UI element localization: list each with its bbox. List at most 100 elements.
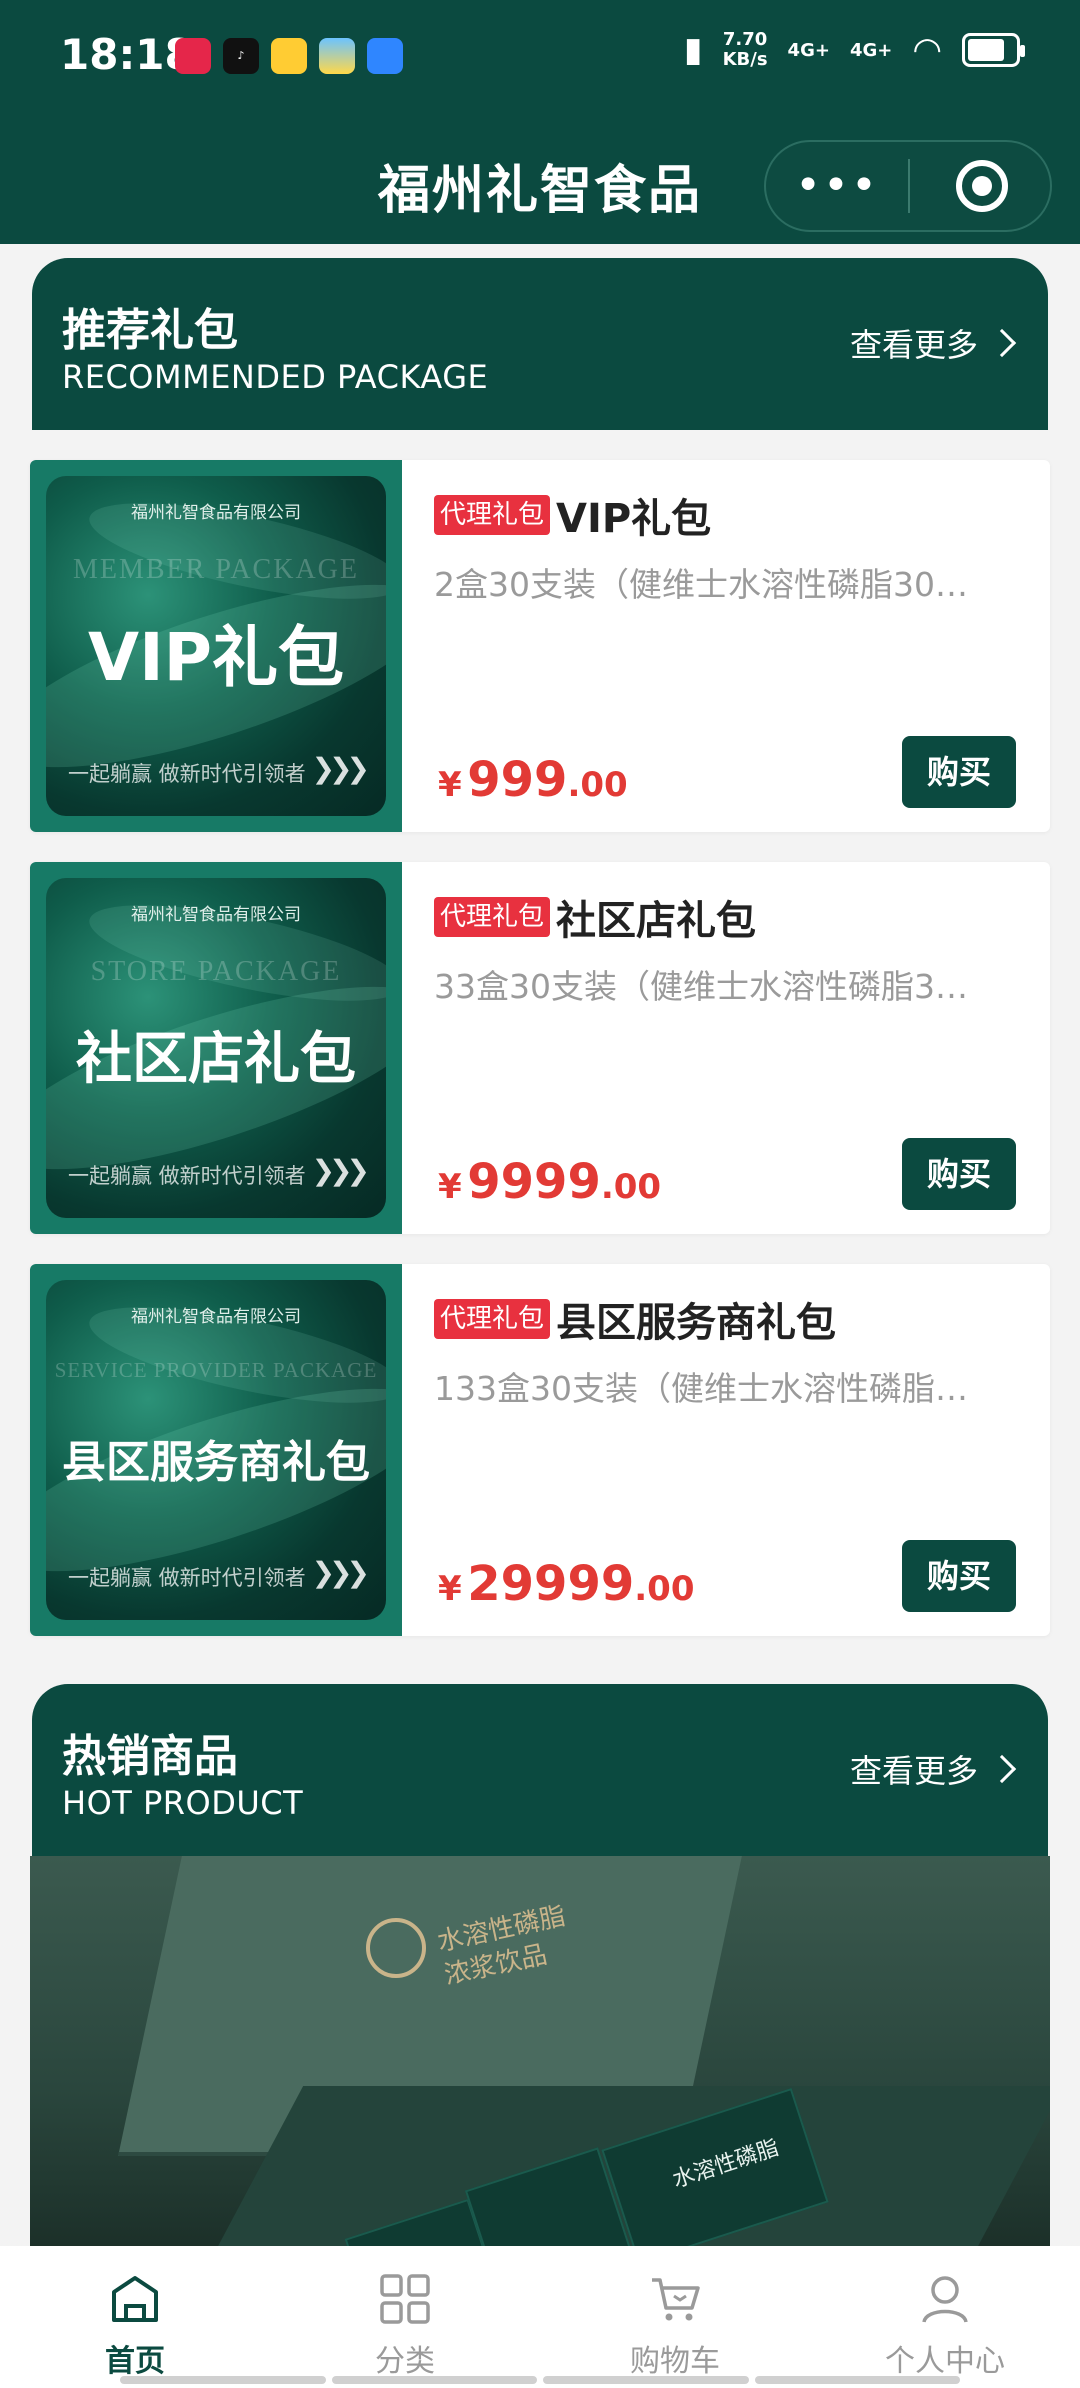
package-image: 福州礼智食品有限公司 MEMBER PACKAGE VIP礼包 一起躺赢 做新时…: [46, 476, 386, 816]
cart-icon: [652, 2278, 700, 2321]
image-slogan: 一起躺赢 做新时代引领者: [68, 1164, 306, 1188]
price-decimal: .00: [634, 1569, 695, 1609]
package-name-row: 代理礼包 社区店礼包: [434, 888, 1034, 946]
hot-section-header: 热销商品 HOT PRODUCT 查看更多: [32, 1684, 1048, 1856]
tiktok-icon: ♪: [223, 38, 259, 74]
hot-product-image[interactable]: 水溶性磷脂 浓浆饮品 水溶性磷脂: [30, 1856, 1050, 2246]
speed-unit: KB/s: [722, 49, 768, 70]
more-label: 查看更多: [849, 326, 978, 364]
price-integer: 9999: [467, 1154, 601, 1210]
more-menu-button[interactable]: •••: [766, 164, 908, 208]
image-english-title: SERVICE PROVIDER PACKAGE: [54, 1358, 378, 1382]
package-description: 133盒30支装（健维士水溶性磷脂…: [434, 1369, 968, 1408]
package-price: ¥ 29999.00: [438, 1556, 694, 1612]
signal-2-icon: 4G+: [849, 39, 893, 61]
package-description: 33盒30支装（健维士水溶性磷脂3…: [434, 967, 968, 1006]
currency-symbol: ¥: [438, 765, 462, 805]
speed-value: 7.70: [722, 29, 768, 50]
capsule-divider: [908, 159, 910, 213]
package-image: 福州礼智食品有限公司 STORE PACKAGE 社区店礼包 一起躺赢 做新时代…: [46, 878, 386, 1218]
package-card-store[interactable]: 福州礼智食品有限公司 STORE PACKAGE 社区店礼包 一起躺赢 做新时代…: [30, 862, 1050, 1234]
image-company: 福州礼智食品有限公司: [131, 1307, 301, 1327]
currency-symbol: ¥: [438, 1569, 462, 1609]
hot-subtitle: HOT PRODUCT: [62, 1784, 304, 1822]
signal-1-icon: 4G+: [787, 39, 830, 61]
mini-program-capsule: •••: [764, 140, 1052, 232]
package-price: ¥ 999.00: [438, 752, 628, 808]
gesture-segment: [754, 2376, 960, 2384]
buy-button[interactable]: 购买: [902, 1540, 1016, 1612]
tab-cart-label: 购物车: [630, 2344, 720, 2379]
arrows-icon: ❯❯❯: [311, 1556, 370, 1589]
arrows-icon: ❯❯❯: [311, 1154, 370, 1187]
tab-category-label: 分类: [375, 2344, 435, 2379]
package-card-service[interactable]: 福州礼智食品有限公司 SERVICE PROVIDER PACKAGE 县区服务…: [30, 1264, 1050, 1636]
tab-profile[interactable]: 个人中心: [810, 2246, 1080, 2388]
buy-button[interactable]: 购买: [902, 1138, 1016, 1210]
close-mini-program-button[interactable]: [956, 160, 1008, 212]
app-icon-stripe: [319, 38, 355, 74]
image-company: 福州礼智食品有限公司: [131, 905, 301, 925]
price-decimal: .00: [600, 1167, 662, 1207]
status-right: ▮ 7.70 KB/s 4G+ 4G+ ◠: [683, 30, 1025, 70]
gesture-segment: [543, 2376, 749, 2384]
package-price: ¥ 9999.00: [438, 1154, 661, 1210]
bottom-tab-bar: 首页 分类 购物车 个人中心: [0, 2246, 1080, 2388]
package-image-frame: 福州礼智食品有限公司 SERVICE PROVIDER PACKAGE 县区服务…: [30, 1264, 402, 1636]
package-name: VIP礼包: [556, 496, 712, 542]
status-bar: 18:18 ♪ ▮ 7.70 KB/s 4G+ 4G+ ◠: [0, 0, 1080, 120]
package-name-row: 代理礼包 县区服务商礼包: [434, 1290, 1034, 1348]
gesture-bar: [120, 2376, 960, 2384]
top-header: 18:18 ♪ ▮ 7.70 KB/s 4G+ 4G+ ◠ 福州礼智食品 •••: [0, 0, 1080, 244]
brand-logo-icon: [366, 1918, 426, 1978]
recommended-subtitle: RECOMMENDED PACKAGE: [62, 358, 489, 396]
package-name: 社区店礼包: [556, 898, 757, 944]
hot-more-link[interactable]: 查看更多: [849, 1746, 1017, 1792]
gesture-segment: [331, 2376, 537, 2384]
agent-package-tag: 代理礼包: [434, 495, 551, 535]
grid-icon: [380, 2274, 430, 2324]
hot-title: 热销商品: [62, 1731, 238, 1782]
package-info: 代理礼包 VIP礼包 2盒30支装（健维士水溶性磷脂30…: [434, 486, 1034, 606]
image-company: 福州礼智食品有限公司: [131, 503, 301, 523]
chevron-right-icon: [987, 1754, 1017, 1784]
package-info: 代理礼包 社区店礼包 33盒30支装（健维士水溶性磷脂3…: [434, 888, 1034, 1008]
buy-button[interactable]: 购买: [902, 736, 1016, 808]
recommended-more-link[interactable]: 查看更多: [849, 320, 1017, 366]
tab-profile-label: 个人中心: [885, 2344, 1005, 2379]
price-integer: 999: [467, 752, 568, 808]
tab-category[interactable]: 分类: [270, 2246, 540, 2388]
app-notification-icon: [175, 38, 211, 74]
package-card-vip[interactable]: 福州礼智食品有限公司 MEMBER PACKAGE VIP礼包 一起躺赢 做新时…: [30, 460, 1050, 832]
recommended-title: 推荐礼包: [62, 305, 238, 356]
image-english-title: MEMBER PACKAGE: [72, 554, 359, 585]
image-english-title: STORE PACKAGE: [90, 956, 342, 987]
image-big-title: VIP礼包: [87, 619, 344, 696]
image-big-title: 社区店礼包: [76, 1027, 356, 1092]
image-big-title: 县区服务商礼包: [62, 1437, 370, 1488]
arrows-icon: ❯❯❯: [311, 752, 370, 785]
currency-symbol: ¥: [438, 1167, 462, 1207]
vibrate-icon: ▮: [683, 30, 703, 70]
recommended-section-header: 推荐礼包 RECOMMENDED PACKAGE 查看更多: [32, 258, 1048, 430]
wifi-icon: ◠: [912, 30, 942, 70]
status-time: 18:18: [60, 30, 194, 79]
more-label: 查看更多: [849, 1752, 978, 1790]
price-decimal: .00: [567, 765, 628, 805]
package-image-frame: 福州礼智食品有限公司 MEMBER PACKAGE VIP礼包 一起躺赢 做新时…: [30, 460, 402, 832]
home-icon: [112, 2276, 158, 2322]
package-description: 2盒30支装（健维士水溶性磷脂30…: [434, 565, 968, 604]
app-icon-blue: [367, 38, 403, 74]
image-slogan: 一起躺赢 做新时代引领者: [68, 762, 306, 786]
agent-package-tag: 代理礼包: [434, 897, 551, 937]
image-slogan: 一起躺赢 做新时代引领者: [68, 1566, 306, 1590]
network-speed: 7.70 KB/s: [723, 30, 768, 70]
package-image-frame: 福州礼智食品有限公司 STORE PACKAGE 社区店礼包 一起躺赢 做新时代…: [30, 862, 402, 1234]
tab-home[interactable]: 首页: [0, 2246, 270, 2388]
package-image: 福州礼智食品有限公司 SERVICE PROVIDER PACKAGE 县区服务…: [46, 1280, 386, 1620]
price-integer: 29999: [467, 1556, 635, 1612]
tab-cart[interactable]: 购物车: [540, 2246, 810, 2388]
meituan-icon: [271, 38, 307, 74]
package-name-row: 代理礼包 VIP礼包: [434, 486, 1034, 544]
package-name: 县区服务商礼包: [556, 1300, 837, 1346]
